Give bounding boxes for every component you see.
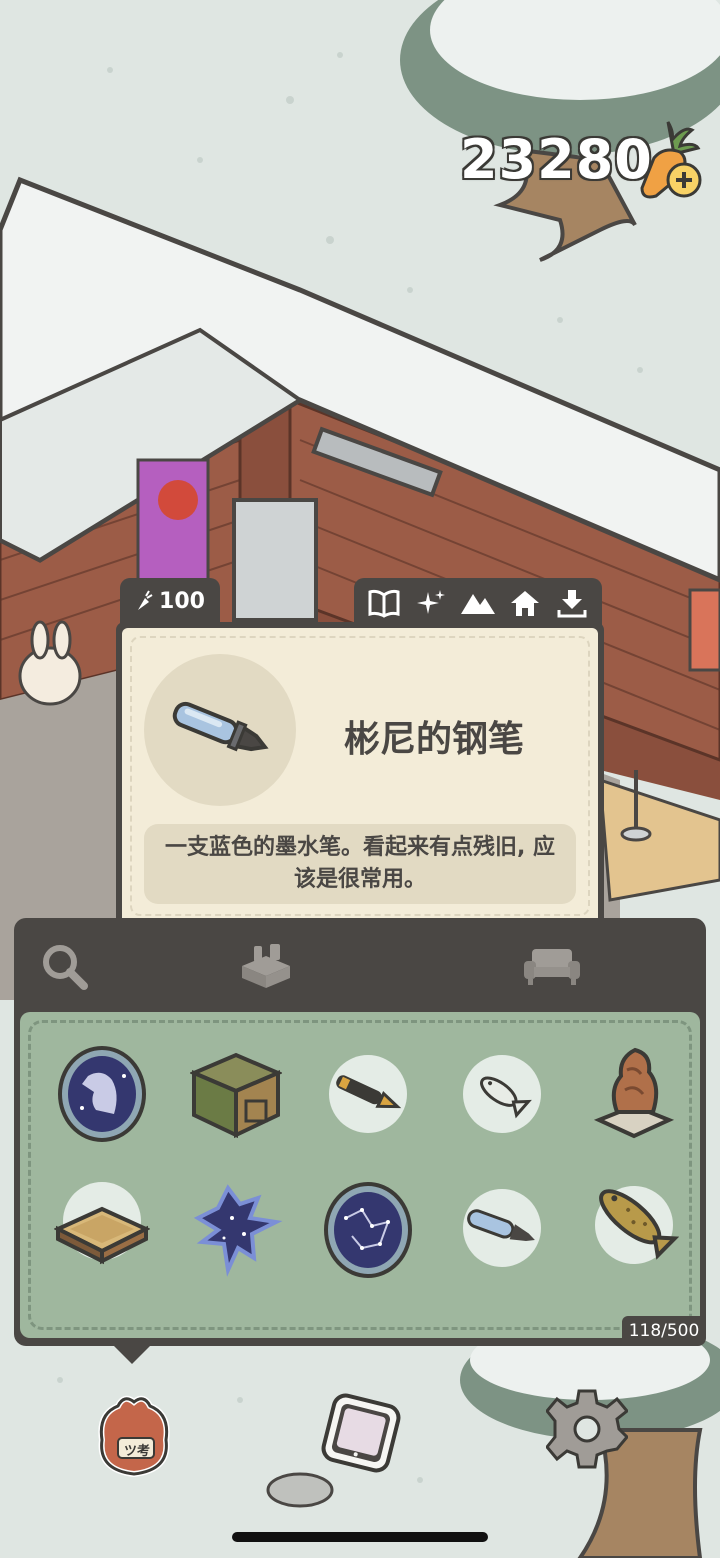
bag-item-grid: [20, 1012, 700, 1338]
tab-book[interactable]: [364, 583, 404, 623]
sparkle-icon: [416, 590, 445, 614]
fountain-pen-icon: [172, 701, 269, 752]
carrot-add-icon: [640, 121, 702, 199]
house-icon: [511, 591, 540, 616]
carrot-icon: [138, 590, 153, 610]
item-preview: [144, 654, 296, 806]
item-price-tag: 100: [120, 578, 220, 624]
mountain-icon: [460, 594, 495, 614]
bag-slot-1[interactable]: [54, 1046, 150, 1142]
add-carrot-button[interactable]: [634, 118, 710, 202]
bag-panel: [14, 918, 706, 1346]
item-name: 彬尼的钢笔: [344, 719, 525, 760]
phone-icon: [321, 1393, 401, 1473]
bag-slot-8[interactable]: [320, 1182, 416, 1278]
settings-gear-icon: [545, 1389, 630, 1469]
bag-slot-4[interactable]: [454, 1046, 550, 1142]
item-info-card: 彬尼的钢笔 一支蓝色的墨水笔。看起来有点残旧, 应该是很常用。: [116, 622, 604, 930]
gift-box-icon: [242, 944, 290, 988]
bag-slot-7[interactable]: [188, 1180, 284, 1277]
bag-slot-5[interactable]: [586, 1042, 682, 1139]
bag-label: ツ考: [124, 1444, 151, 1459]
sofa-icon: [524, 949, 580, 985]
bag-slot-10[interactable]: [586, 1172, 682, 1268]
big-fish-icon: [599, 1189, 679, 1260]
carrot-balance: 23280: [460, 128, 653, 191]
bag-slot-3[interactable]: [320, 1046, 416, 1142]
item-category-tabs: [354, 578, 602, 628]
bag-slot-2[interactable]: [188, 1046, 284, 1142]
bag-capacity: 118/500: [622, 1316, 706, 1346]
download-icon: [557, 590, 587, 618]
tab-search[interactable]: [34, 936, 94, 996]
tab-mountain[interactable]: [458, 583, 498, 623]
tab-download[interactable]: [552, 583, 592, 623]
star-crow-icon: [193, 1184, 283, 1277]
wooden-tray-icon: [54, 1206, 150, 1265]
tab-furniture[interactable]: [522, 936, 582, 996]
tab-sparkle[interactable]: [411, 583, 451, 623]
bag-pointer: [112, 1344, 152, 1364]
tab-house[interactable]: [505, 583, 545, 623]
search-icon: [43, 945, 88, 990]
game-scene: 23280 100 彬尼的钢笔 一支蓝色的墨水笔。看起来有点残旧, 应该是很常用…: [0, 0, 720, 1558]
gold-pen-icon: [336, 1075, 402, 1109]
item-description: 一支蓝色的墨水笔。看起来有点残旧, 应该是很常用。: [144, 824, 576, 904]
wooden-box-icon: [190, 1052, 282, 1139]
bag-slot-6[interactable]: [54, 1182, 150, 1278]
bag-button[interactable]: ツ考: [88, 1390, 180, 1482]
bag-tab-bar: [14, 918, 706, 1010]
tab-gift-box[interactable]: [236, 936, 296, 996]
phone-button[interactable]: [316, 1388, 406, 1478]
bag-icon: [98, 1395, 170, 1478]
home-indicator[interactable]: [232, 1532, 488, 1542]
bag-slot-9[interactable]: [454, 1180, 550, 1276]
rock-statue-icon: [593, 1047, 675, 1139]
item-price: 100: [159, 588, 205, 614]
crow-badge-icon: [58, 1046, 146, 1142]
constellation-badge-icon: [324, 1182, 412, 1278]
book-icon: [368, 589, 400, 618]
blue-pen-icon: [467, 1209, 535, 1241]
small-fish-icon: [480, 1076, 532, 1119]
settings-button[interactable]: [545, 1388, 630, 1470]
